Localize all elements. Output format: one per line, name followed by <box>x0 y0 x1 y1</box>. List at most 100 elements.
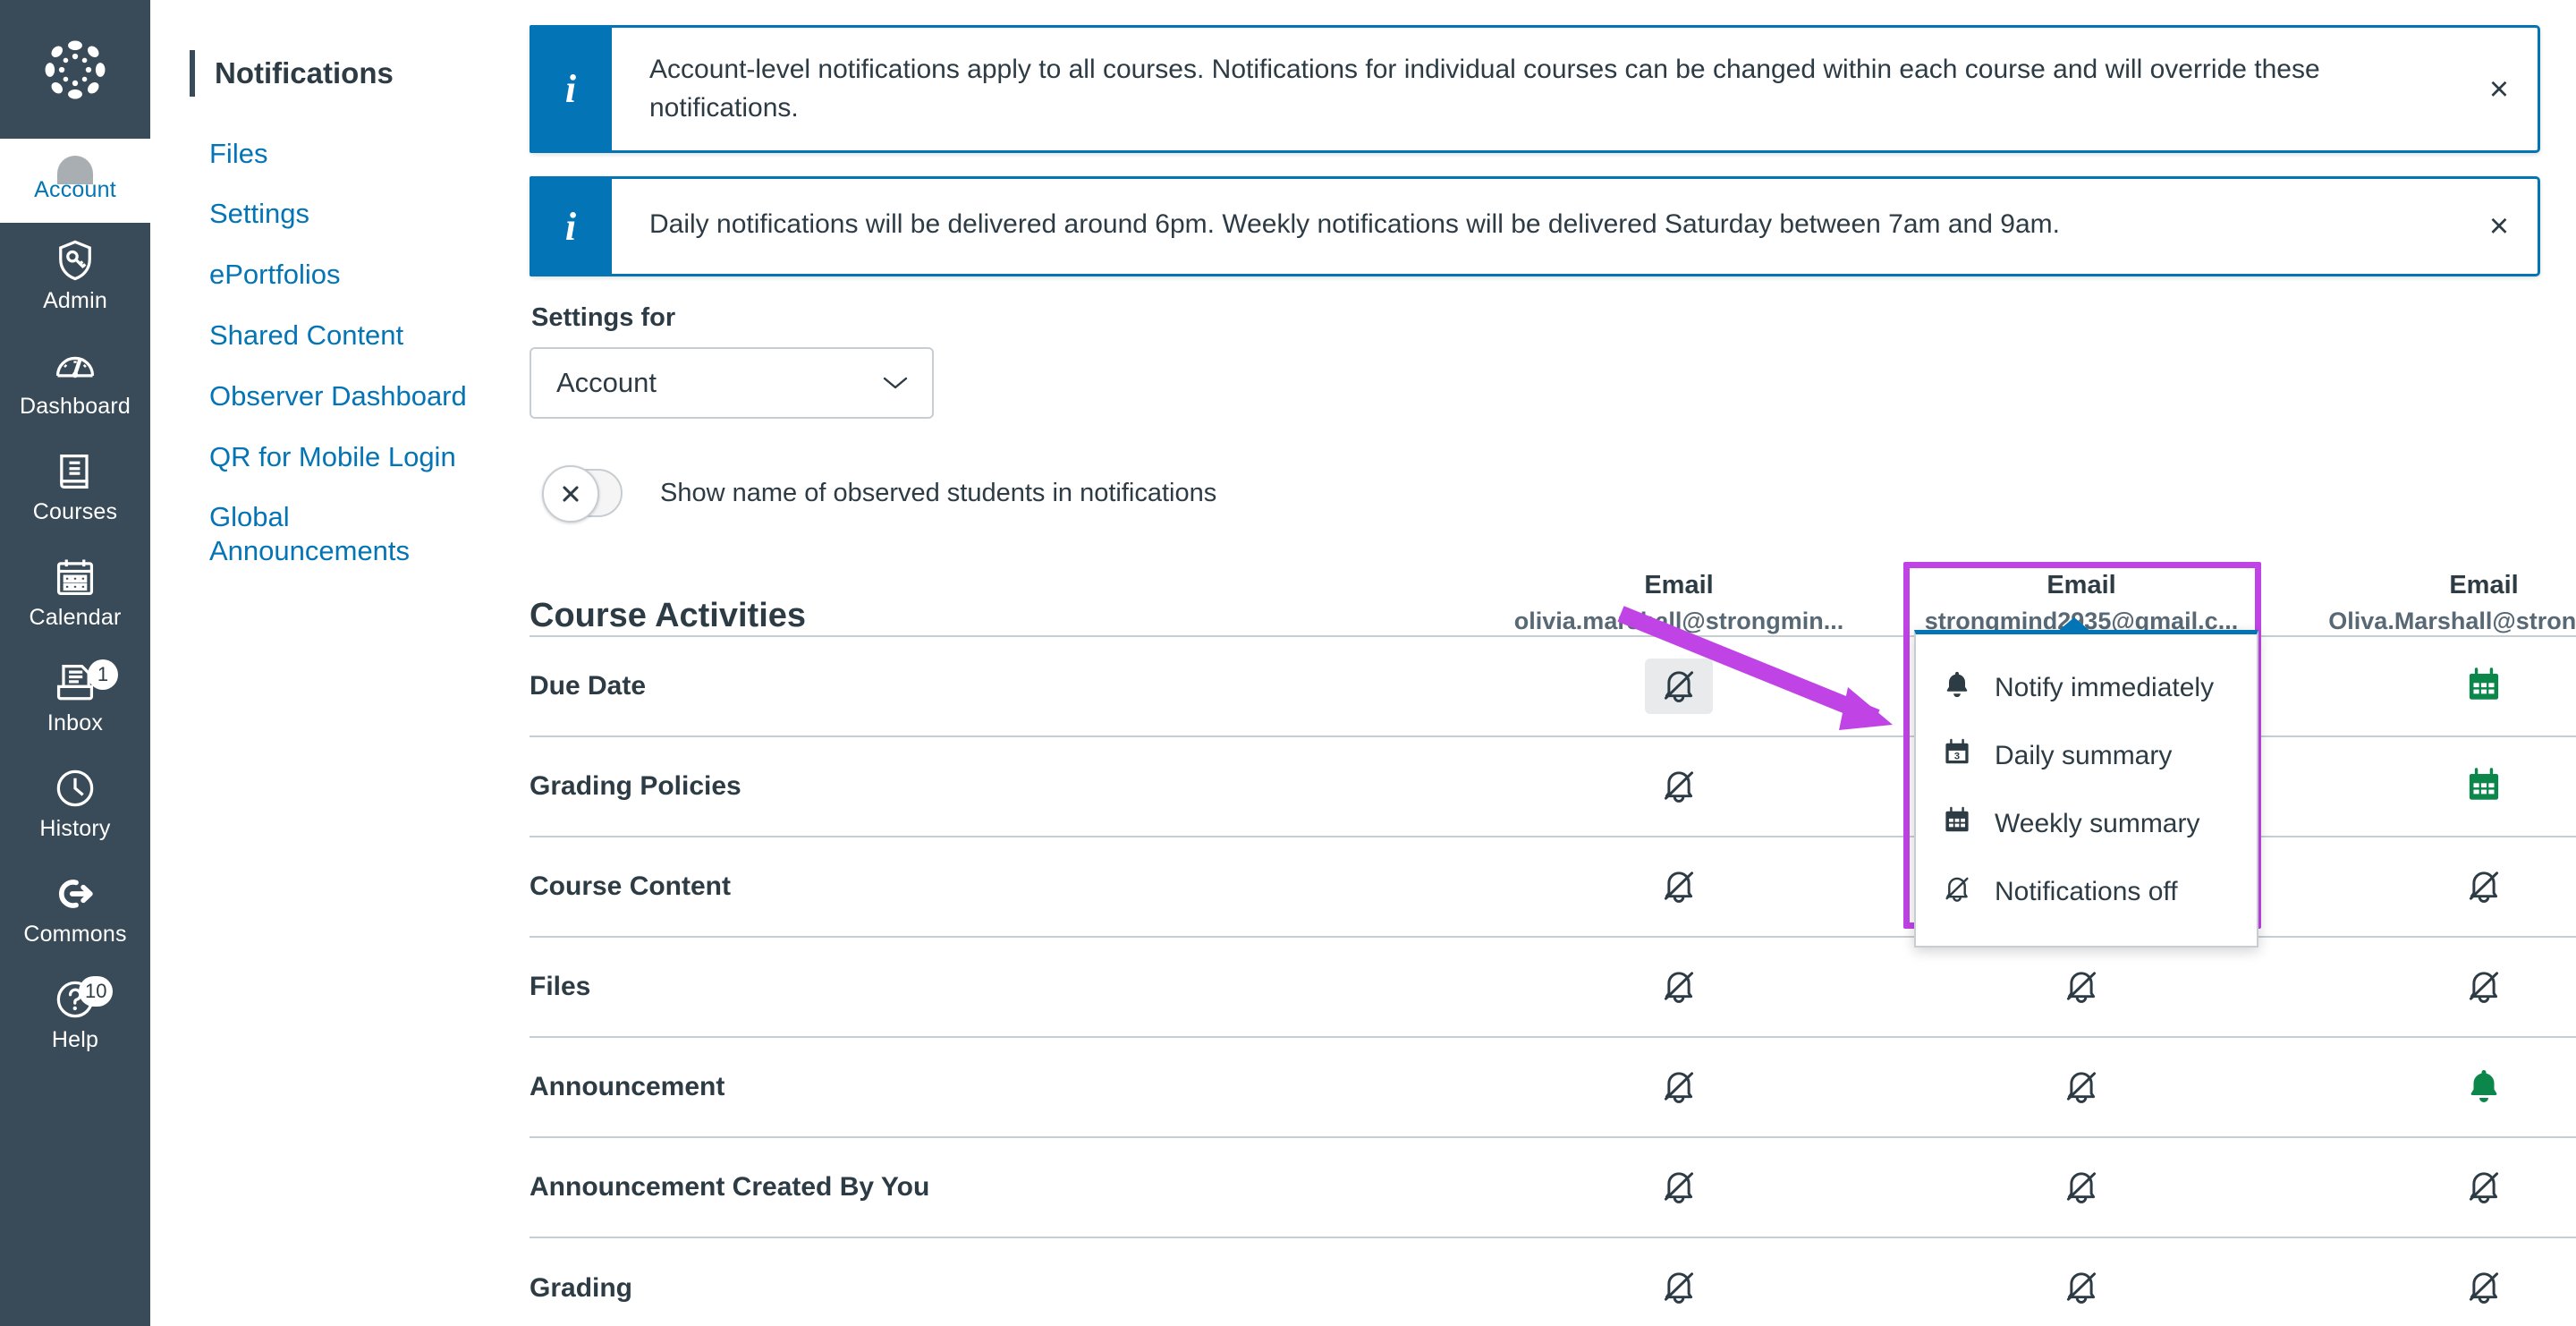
menu-item-daily-summary[interactable]: 3 Daily summary <box>1916 722 2257 790</box>
chevron-down-icon <box>882 375 909 391</box>
global-nav-label: Commons <box>23 922 127 947</box>
global-nav-admin[interactable]: Admin <box>0 223 150 328</box>
global-nav-commons[interactable]: Commons <box>0 856 150 962</box>
toggle-knob <box>542 465 599 523</box>
notification-state-cell <box>1478 1237 1880 1326</box>
global-nav-courses[interactable]: Courses <box>0 434 150 540</box>
context-nav-eportfolios[interactable]: ePortfolios <box>190 244 476 305</box>
bell-icon <box>1941 668 1973 708</box>
global-nav-label: History <box>39 816 111 841</box>
global-nav-label: Dashboard <box>19 394 131 419</box>
table-row: Due Date <box>530 636 2576 736</box>
canvas-logo-icon[interactable] <box>0 0 150 139</box>
global-nav-history[interactable]: History <box>0 751 150 856</box>
calendar-day-icon: 3 <box>1941 736 1973 776</box>
notification-state-cell <box>2283 1137 2576 1237</box>
notification-preferences-table: Course Activities Email olivia.marshall@… <box>530 571 2576 1326</box>
canvas-notifications-page: Account Admin Dashboard Courses Calendar… <box>0 0 2576 1326</box>
bell-slash-icon <box>2463 865 2504 909</box>
info-icon: i <box>530 25 612 154</box>
channel-address: olivia.marshall@strongmin... <box>1513 608 1844 635</box>
notification-frequency-button[interactable] <box>2047 1160 2115 1215</box>
bell-slash-icon <box>1658 965 1699 1009</box>
global-nav-calendar[interactable]: Calendar <box>0 540 150 645</box>
menu-item-notify-immediately[interactable]: Notify immediately <box>1916 654 2257 722</box>
table-row: Grading Policies <box>530 736 2576 837</box>
notification-frequency-button[interactable] <box>2450 859 2518 914</box>
observed-students-toggle-row: Show name of observed students in notifi… <box>542 465 2540 523</box>
global-nav-account[interactable]: Account <box>0 139 150 223</box>
notification-state-cell <box>1478 1137 1880 1237</box>
notification-frequency-button[interactable] <box>2450 659 2518 714</box>
notification-category-label: Announcement <box>530 1072 725 1102</box>
notification-frequency-button[interactable] <box>2450 1059 2518 1115</box>
settings-for-select[interactable]: Account <box>530 347 934 420</box>
notification-category-label: Grading Policies <box>530 771 741 802</box>
context-nav-shared-content[interactable]: Shared Content <box>190 305 476 366</box>
global-nav-dashboard[interactable]: Dashboard <box>0 328 150 434</box>
notification-state-cell <box>1880 1237 2283 1326</box>
menu-item-weekly-summary[interactable]: Weekly summary <box>1916 790 2257 858</box>
notification-frequency-button[interactable] <box>1645 659 1713 715</box>
menu-item-label: Daily summary <box>1995 741 2173 771</box>
notification-frequency-button[interactable] <box>2047 959 2115 1015</box>
notification-state-cell <box>1478 736 1880 837</box>
notification-frequency-button[interactable] <box>1645 1160 1713 1215</box>
bell-slash-icon <box>2463 965 2504 1009</box>
notification-frequency-button[interactable] <box>1645 1261 1713 1316</box>
main-content: i Account-level notifications apply to a… <box>508 0 2576 1326</box>
notification-frequency-button[interactable] <box>1645 759 1713 814</box>
notification-category-label: Grading <box>530 1272 633 1303</box>
notification-state-cell <box>2283 736 2576 837</box>
settings-for-label: Settings for <box>531 303 676 333</box>
notification-frequency-button[interactable] <box>1645 859 1713 914</box>
channel-address: Oliva.Marshall@strongmi... <box>2328 608 2576 635</box>
bell-slash-icon <box>1658 1266 1699 1310</box>
close-icon[interactable]: × <box>2461 28 2538 150</box>
bell-icon <box>2463 1066 2504 1109</box>
notification-frequency-menu: Notify immediately 3 Daily summary Weekl… <box>1914 617 2258 948</box>
notification-frequency-button[interactable] <box>1645 1059 1713 1115</box>
settings-for-value: Account <box>556 367 657 399</box>
notification-frequency-button[interactable] <box>2450 759 2518 814</box>
context-nav-settings[interactable]: Settings <box>190 183 476 244</box>
calendar-icon <box>4 552 147 602</box>
notification-frequency-button[interactable] <box>2450 1160 2518 1215</box>
menu-item-notifications-off[interactable]: Notifications off <box>1916 858 2257 926</box>
account-notifications-alert: i Account-level notifications apply to a… <box>530 25 2540 154</box>
channel-type: Email <box>2449 571 2519 600</box>
notification-frequency-button[interactable] <box>1645 959 1713 1015</box>
context-nav-observer-dashboard[interactable]: Observer Dashboard <box>190 366 476 427</box>
global-nav-inbox[interactable]: 1 Inbox <box>0 645 150 751</box>
notification-state-cell <box>1478 937 1880 1037</box>
notification-frequency-button[interactable] <box>2047 1261 2115 1316</box>
notification-frequency-button[interactable] <box>2047 1059 2115 1115</box>
commons-arrow-icon <box>4 869 147 919</box>
shield-key-icon <box>4 235 147 285</box>
notification-frequency-button[interactable] <box>2450 1261 2518 1316</box>
info-icon: i <box>530 176 612 277</box>
inbox-unread-badge: 1 <box>88 659 118 690</box>
notification-state-cell <box>1478 837 1880 937</box>
show-observed-students-toggle[interactable] <box>542 465 623 523</box>
close-icon[interactable]: × <box>2461 179 2538 274</box>
context-navigation: Notifications Files Settings ePortfolios… <box>150 0 508 1326</box>
table-body: Due Date Grading Policies Course Content Fi… <box>530 636 2576 1326</box>
menu-item-label: Notify immediately <box>1995 673 2215 703</box>
notification-category-label: Announcement Created By You <box>530 1172 930 1203</box>
global-nav-help[interactable]: 10 Help <box>0 962 150 1067</box>
global-nav-label: Courses <box>32 499 118 524</box>
context-nav-global-announcements[interactable]: Global Announcements <box>190 487 476 582</box>
global-nav-label: Help <box>51 1027 99 1052</box>
context-nav-files[interactable]: Files <box>190 123 476 184</box>
bell-slash-icon <box>2061 1166 2102 1210</box>
bell-slash-icon <box>2463 1266 2504 1310</box>
notification-frequency-button[interactable] <box>2450 959 2518 1015</box>
channel-type: Email <box>1644 571 1714 600</box>
bell-slash-icon <box>2061 1066 2102 1109</box>
context-nav-qr-mobile-login[interactable]: QR for Mobile Login <box>190 427 476 488</box>
global-nav-label: Admin <box>43 288 107 313</box>
notification-state-cell <box>1880 1137 2283 1237</box>
bell-slash-icon <box>1658 765 1699 809</box>
bell-slash-icon <box>2061 965 2102 1009</box>
